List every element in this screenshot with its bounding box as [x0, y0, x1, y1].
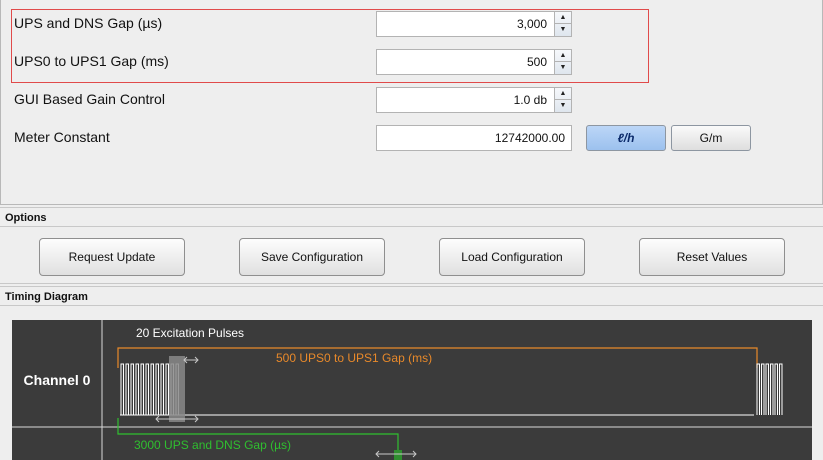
excitation-pulse — [165, 363, 169, 415]
excitation-pulse — [779, 363, 783, 415]
spinner-up-icon[interactable]: ▲ — [555, 50, 571, 62]
excitation-pulse — [765, 363, 769, 415]
ups-gap-bracket — [117, 347, 758, 368]
request-update-button[interactable]: Request Update — [39, 238, 185, 276]
save-configuration-button[interactable]: Save Configuration — [239, 238, 385, 276]
excitation-pulse — [130, 363, 134, 415]
spinner-up-icon[interactable]: ▲ — [555, 88, 571, 100]
dns-gap-marker — [394, 450, 402, 460]
excitation-pulses-right — [756, 363, 783, 415]
meter-constant-value[interactable]: 12742000.00 — [495, 131, 565, 145]
meter-constant-label: Meter Constant — [14, 129, 110, 145]
ups0-ups1-gap-value[interactable]: 500 — [527, 55, 547, 69]
excitation-pulse — [155, 363, 159, 415]
excitation-pulse — [774, 363, 778, 415]
unit-gallons-per-minute-button[interactable]: G/m — [671, 125, 751, 151]
spinner-buttons[interactable]: ▲ ▼ — [554, 12, 571, 36]
ups-dns-gap-value[interactable]: 3,000 — [517, 17, 547, 31]
excitation-pulse — [125, 363, 129, 415]
excitation-pulse — [150, 363, 154, 415]
excitation-pulse — [140, 363, 144, 415]
gain-control-label: GUI Based Gain Control — [14, 91, 165, 107]
timing-diagram-header: Timing Diagram — [0, 286, 823, 306]
options-header: Options — [0, 207, 823, 227]
spinner-down-icon[interactable]: ▼ — [555, 100, 571, 112]
spinner-down-icon[interactable]: ▼ — [555, 24, 571, 36]
ups0-ups1-gap-label: UPS0 to UPS1 Gap (ms) — [14, 53, 169, 69]
load-configuration-button[interactable]: Load Configuration — [439, 238, 585, 276]
spinner-up-icon[interactable]: ▲ — [555, 12, 571, 24]
ups-dns-gap-label: UPS and DNS Gap (µs) — [14, 15, 163, 31]
excitation-pulse — [756, 363, 760, 415]
ups-dns-gap-spinner[interactable]: 3,000 ▲ ▼ — [376, 11, 572, 37]
unit-liters-per-hour-button[interactable]: ℓ/h — [586, 125, 666, 151]
dns-gap-bracket — [117, 418, 399, 460]
excitation-pulse — [135, 363, 139, 415]
spinner-buttons[interactable]: ▲ ▼ — [554, 88, 571, 112]
timing-diagram-graphics — [12, 320, 812, 460]
ups0-ups1-gap-spinner[interactable]: 500 ▲ ▼ — [376, 49, 572, 75]
meter-constant-field[interactable]: 12742000.00 — [376, 125, 572, 151]
timing-diagram-canvas: Channel 0 20 Excitation Pulses 500 UPS0 … — [12, 320, 812, 460]
excitation-pulse — [770, 363, 774, 415]
gain-control-spinner[interactable]: 1.0 db ▲ ▼ — [376, 87, 572, 113]
double-arrow-icon — [183, 356, 199, 364]
excitation-pulse — [160, 363, 164, 415]
excitation-pulse — [761, 363, 765, 415]
excitation-pulse — [145, 363, 149, 415]
excitation-pulse — [120, 363, 124, 415]
spinner-buttons[interactable]: ▲ ▼ — [554, 50, 571, 74]
reset-values-button[interactable]: Reset Values — [639, 238, 785, 276]
spinner-down-icon[interactable]: ▼ — [555, 62, 571, 74]
gap-marker-bar — [169, 356, 185, 422]
gain-control-value[interactable]: 1.0 db — [514, 93, 547, 107]
